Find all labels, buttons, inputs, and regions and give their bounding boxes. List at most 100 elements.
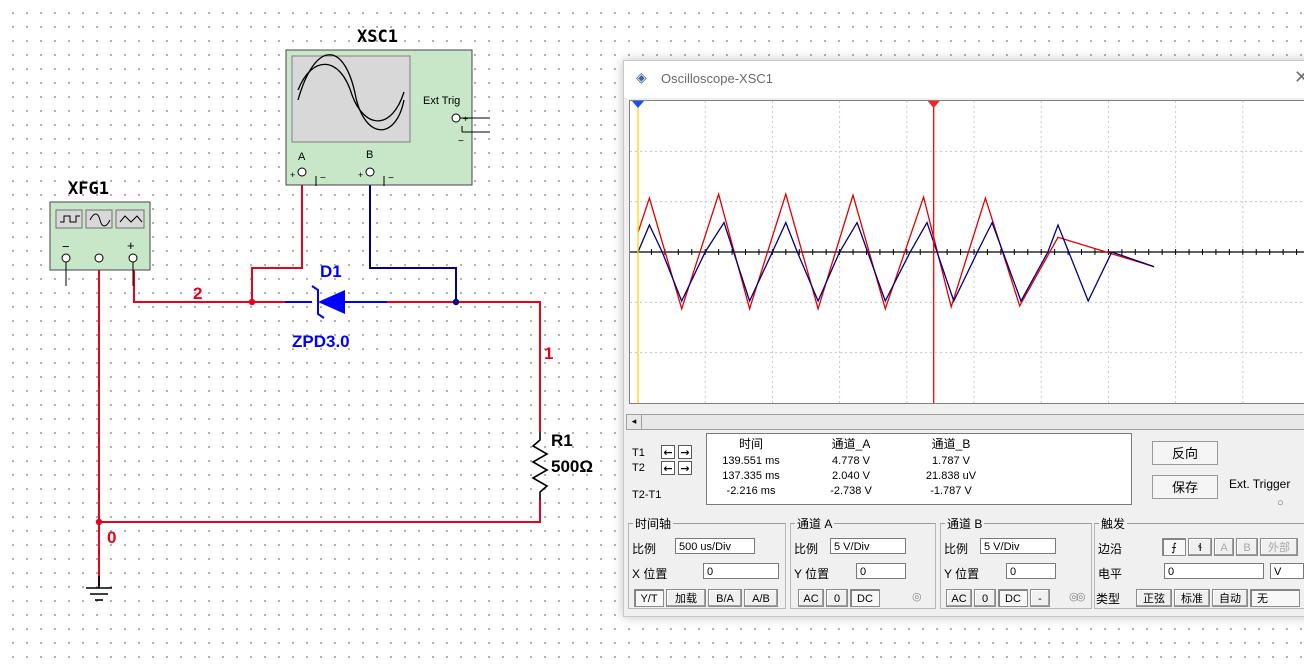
channel-a-radio-icon[interactable]: ◎ bbox=[912, 590, 922, 603]
net-label-0: 0 bbox=[107, 528, 116, 547]
timebase-scale-field[interactable]: 500 us/Div bbox=[675, 538, 755, 554]
oscilloscope-window[interactable]: ◈ Oscilloscope-XSC1 ✕ ◂ ▸ T1 T2 T2-T1 ← … bbox=[623, 60, 1304, 617]
ext-trig-minus: − bbox=[458, 136, 464, 147]
load-mode-button[interactable]: 加载 bbox=[666, 589, 706, 607]
gen-minus-label: − bbox=[62, 239, 70, 254]
channel-b-scale-field[interactable]: 5 V/Div bbox=[980, 538, 1056, 554]
timebase-scale-label: 比例 bbox=[632, 542, 657, 556]
channel-a-label: A bbox=[298, 151, 306, 163]
trigger-normal-button[interactable]: 标准 bbox=[1174, 589, 1210, 607]
t1-left-arrow-icon[interactable]: ← bbox=[661, 445, 675, 459]
channel-b-label: B bbox=[366, 149, 373, 161]
channel-b-zero-button[interactable]: 0 bbox=[974, 589, 996, 607]
trigger-source-b-button[interactable]: B bbox=[1236, 538, 1258, 556]
t2-label: T2 bbox=[632, 462, 645, 474]
channel-a-ypos-field[interactable]: 0 bbox=[856, 563, 906, 579]
t2-right-arrow-icon[interactable]: → bbox=[678, 461, 692, 475]
ext-trigger-radio-icon[interactable]: ○ bbox=[1277, 497, 1284, 509]
channel-b-plus: + bbox=[358, 170, 363, 180]
oscilloscope-icon: ◈ bbox=[636, 70, 647, 86]
t2-left-arrow-icon[interactable]: ← bbox=[661, 461, 675, 475]
trigger-level-field[interactable]: 0 bbox=[1164, 563, 1264, 579]
gen-plus-label: + bbox=[127, 238, 135, 253]
trigger-none-button[interactable]: 无 bbox=[1250, 589, 1300, 607]
resistor-r1[interactable] bbox=[531, 432, 549, 500]
trigger-sine-button[interactable]: 正弦 bbox=[1136, 589, 1172, 607]
diode-model: ZPD3.0 bbox=[292, 332, 350, 351]
channel-b-scale-label: 比例 bbox=[944, 542, 969, 556]
diode-label: D1 bbox=[320, 262, 342, 281]
net-label-1: 1 bbox=[544, 344, 553, 363]
trigger-radio-icon[interactable]: ◎ bbox=[1076, 590, 1086, 603]
channel-a-scale-label: 比例 bbox=[794, 542, 819, 556]
trigger-level-unit-field[interactable]: V bbox=[1270, 563, 1304, 579]
junction-dots bbox=[95, 298, 460, 526]
resistor-value: 500Ω bbox=[551, 457, 593, 476]
zener-diode-d1[interactable] bbox=[285, 285, 387, 319]
trigger-edge-label: 边沿 bbox=[1098, 542, 1123, 556]
horizontal-scrollbar[interactable]: ◂ ▸ bbox=[626, 414, 1304, 430]
channel-b-invert-button[interactable]: - bbox=[1030, 589, 1050, 607]
oscilloscope-xsc1[interactable] bbox=[285, 49, 490, 186]
trigger-type-label: 类型 bbox=[1096, 592, 1121, 606]
trigger-title: 触发 bbox=[1099, 515, 1128, 532]
readout-header-time: 时间 bbox=[738, 437, 763, 451]
timebase-title: 时间轴 bbox=[633, 515, 674, 532]
scroll-left-icon[interactable]: ◂ bbox=[627, 415, 642, 429]
channel-a-scale-field[interactable]: 5 V/Div bbox=[830, 538, 906, 554]
channel-b-ypos-field[interactable]: 0 bbox=[1006, 563, 1056, 579]
trigger-source-a-button[interactable]: A bbox=[1214, 538, 1234, 556]
rising-edge-icon[interactable]: ⨍ bbox=[1162, 538, 1186, 556]
scope-display[interactable] bbox=[629, 100, 1304, 404]
t1-right-arrow-icon[interactable]: → bbox=[678, 445, 692, 459]
readout-t1-time: 139.551 ms bbox=[722, 455, 780, 467]
readout-header-a: 通道_A bbox=[831, 437, 871, 451]
readout-t2-a: 2.040 V bbox=[832, 470, 870, 482]
cursor-readout-table: 时间 通道_A 通道_B 139.551 ms 4.778 V 1.787 V … bbox=[706, 433, 1132, 505]
wire-net-1[interactable] bbox=[387, 301, 541, 432]
cursor-t2-marker-icon bbox=[927, 101, 940, 108]
channel-a-title: 通道 A bbox=[795, 515, 835, 532]
wire-scope-a[interactable] bbox=[251, 180, 303, 302]
readout-delta-time: -2.216 ms bbox=[726, 485, 776, 497]
falling-edge-icon[interactable]: ɬ bbox=[1188, 538, 1212, 556]
channel-a-zero-button[interactable]: 0 bbox=[826, 589, 848, 607]
channel-b-title: 通道 B bbox=[945, 515, 985, 532]
net-label-2: 2 bbox=[193, 284, 202, 303]
ext-trigger-label: Ext. Trigger bbox=[1229, 477, 1291, 491]
channel-a-ac-button[interactable]: AC bbox=[798, 589, 824, 607]
readout-delta-a: -2.738 V bbox=[830, 485, 872, 497]
wires bbox=[98, 180, 541, 586]
resistor-label: R1 bbox=[551, 431, 573, 450]
ext-trig-plus: + bbox=[463, 114, 468, 124]
x-position-label: X 位置 bbox=[632, 567, 668, 581]
wire-scope-b[interactable] bbox=[369, 180, 457, 302]
readout-t2-time: 137.335 ms bbox=[722, 470, 780, 482]
save-button[interactable]: 保存 bbox=[1152, 475, 1218, 499]
trace-channel-b bbox=[637, 220, 1155, 303]
ground-symbol[interactable] bbox=[86, 576, 112, 601]
ab-mode-button[interactable]: A/B bbox=[744, 589, 778, 607]
channel-a-minus: − bbox=[320, 173, 326, 184]
readout-t1-a: 4.778 V bbox=[832, 455, 870, 467]
readout-header-b: 通道_B bbox=[931, 437, 971, 451]
scope-plot bbox=[630, 101, 1304, 403]
reverse-button[interactable]: 反向 bbox=[1152, 441, 1218, 465]
ext-trig-label: Ext Trig bbox=[423, 95, 460, 107]
close-icon[interactable]: ✕ bbox=[1294, 67, 1304, 88]
ba-mode-button[interactable]: B/A bbox=[708, 589, 742, 607]
oscilloscope-label: XSC1 bbox=[357, 27, 398, 47]
trigger-level-label: 电平 bbox=[1098, 567, 1123, 581]
trigger-source-ext-button[interactable]: 外部 bbox=[1260, 538, 1298, 556]
channel-b-dc-button[interactable]: DC bbox=[998, 589, 1028, 607]
window-title: Oscilloscope-XSC1 bbox=[661, 71, 773, 86]
readout-t1-b: 1.787 V bbox=[932, 455, 970, 467]
title-bar[interactable]: ◈ Oscilloscope-XSC1 ✕ bbox=[624, 61, 1304, 98]
x-position-field[interactable]: 0 bbox=[703, 563, 779, 579]
trigger-auto-button[interactable]: 自动 bbox=[1212, 589, 1248, 607]
channel-a-plus: + bbox=[290, 170, 295, 180]
yt-mode-button[interactable]: Y/T bbox=[634, 589, 664, 607]
wire-net-0[interactable] bbox=[99, 500, 541, 523]
channel-b-ac-button[interactable]: AC bbox=[946, 589, 972, 607]
channel-a-dc-button[interactable]: DC bbox=[850, 589, 880, 607]
